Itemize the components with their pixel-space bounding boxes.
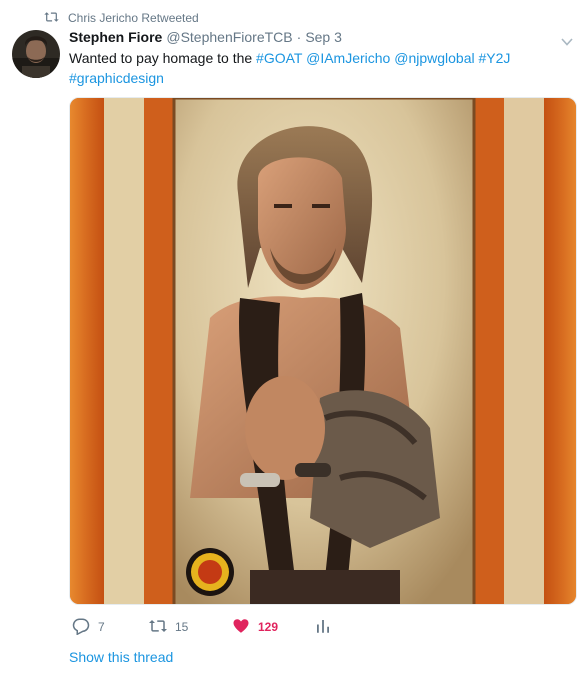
retweet-context-text: Chris Jericho Retweeted [68,11,199,25]
caret-down-icon[interactable] [561,33,573,46]
reply-icon [72,617,90,638]
retweet-count: 15 [175,620,189,634]
retweet-icon [149,617,167,638]
author-handle[interactable]: @StephenFioreTCB [166,29,292,45]
reply-count: 7 [98,620,105,634]
tweet-media[interactable] [69,97,577,605]
tweet-date[interactable]: Sep 3 [305,29,342,45]
hashtag-y2j[interactable]: #Y2J [479,50,511,66]
like-icon [232,617,250,638]
avatar[interactable] [12,30,60,78]
hashtag-goat[interactable]: #GOAT [256,50,302,66]
show-thread-link[interactable]: Show this thread [69,649,173,665]
mention-njpwglobal[interactable]: @njpwglobal [394,50,474,66]
separator: · [296,29,302,45]
retweet-context[interactable]: Chris Jericho Retweeted [44,9,199,27]
tweet-text-prefix: Wanted to pay homage to the [69,50,257,66]
tweet-actions: 7 15 129 [69,617,369,637]
hashtag-graphicdesign[interactable]: #graphicdesign [69,70,164,86]
like-count: 129 [258,620,279,634]
retweet-button[interactable]: 15 [149,617,188,637]
tweet-text: Wanted to pay homage to the #GOAT @IAmJe… [69,48,569,88]
analytics-icon [314,617,332,638]
author-name[interactable]: Stephen Fiore [69,29,162,45]
retweet-icon [44,11,59,26]
mention-iamjericho[interactable]: @IAmJericho [306,50,390,66]
analytics-button[interactable] [314,617,332,637]
reply-button[interactable]: 7 [72,617,105,637]
like-button[interactable]: 129 [232,617,278,637]
tweet-header: Stephen Fiore @StephenFioreTCB · Sep 3 [69,29,342,47]
